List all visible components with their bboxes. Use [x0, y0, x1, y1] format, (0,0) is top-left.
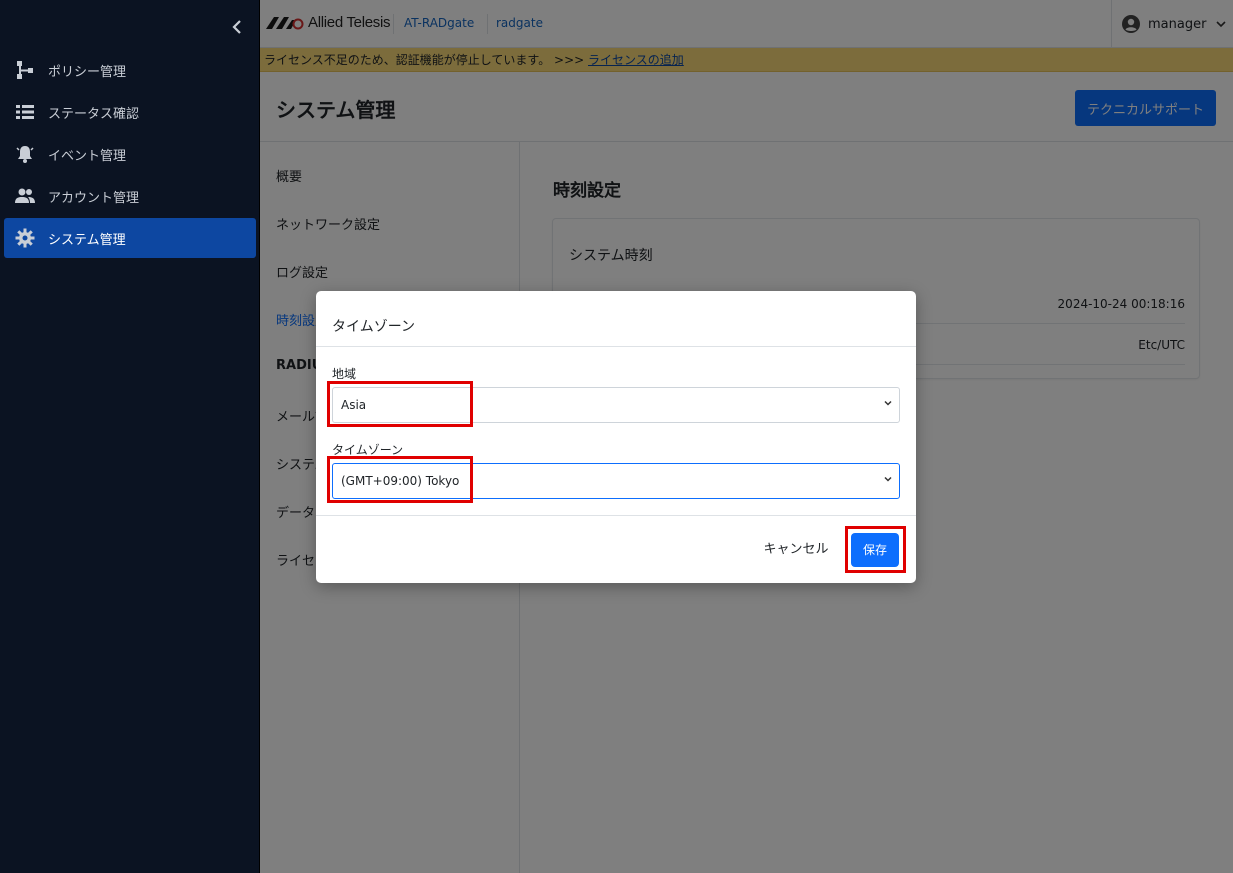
sidebar-item-events[interactable]: イベント管理	[4, 134, 256, 174]
sidebar-item-status[interactable]: ステータス確認	[4, 92, 256, 132]
region-label: 地域	[332, 367, 357, 381]
modal-divider	[316, 515, 916, 516]
sitemap-icon	[14, 59, 36, 81]
save-highlight	[845, 526, 906, 573]
sidebar-item-system[interactable]: システム管理	[4, 218, 256, 258]
users-icon	[14, 185, 36, 207]
sidebar-collapse-button[interactable]	[226, 16, 248, 40]
cancel-button[interactable]: キャンセル	[756, 532, 836, 566]
modal-title: タイムゾーン	[332, 319, 416, 335]
sidebar-item-policy[interactable]: ポリシー管理	[4, 50, 256, 90]
chevron-down-icon	[884, 476, 892, 482]
sidebar-item-label: アカウント管理	[48, 190, 140, 206]
sidebar-item-label: ステータス確認	[48, 106, 140, 122]
bell-icon	[14, 143, 36, 165]
gear-icon	[14, 227, 36, 249]
sidebar-nav: ポリシー管理 ステータス確認 イベント管理 アカウント管理 システム管理	[4, 50, 256, 260]
list-icon	[14, 101, 36, 123]
timezone-modal: タイムゾーン 地域 Asia タイムゾーン (GMT+09:00) Tokyo …	[316, 291, 916, 583]
region-highlight	[327, 381, 473, 427]
sidebar-item-label: システム管理	[48, 232, 126, 248]
timezone-highlight	[327, 456, 473, 503]
chevron-down-icon	[884, 400, 892, 406]
modal-divider	[316, 346, 916, 347]
sidebar: ポリシー管理 ステータス確認 イベント管理 アカウント管理 システム管理	[0, 0, 260, 873]
sidebar-item-accounts[interactable]: アカウント管理	[4, 176, 256, 216]
sidebar-item-label: イベント管理	[48, 148, 127, 164]
sidebar-item-label: ポリシー管理	[48, 64, 127, 80]
chevron-left-icon	[232, 20, 241, 34]
